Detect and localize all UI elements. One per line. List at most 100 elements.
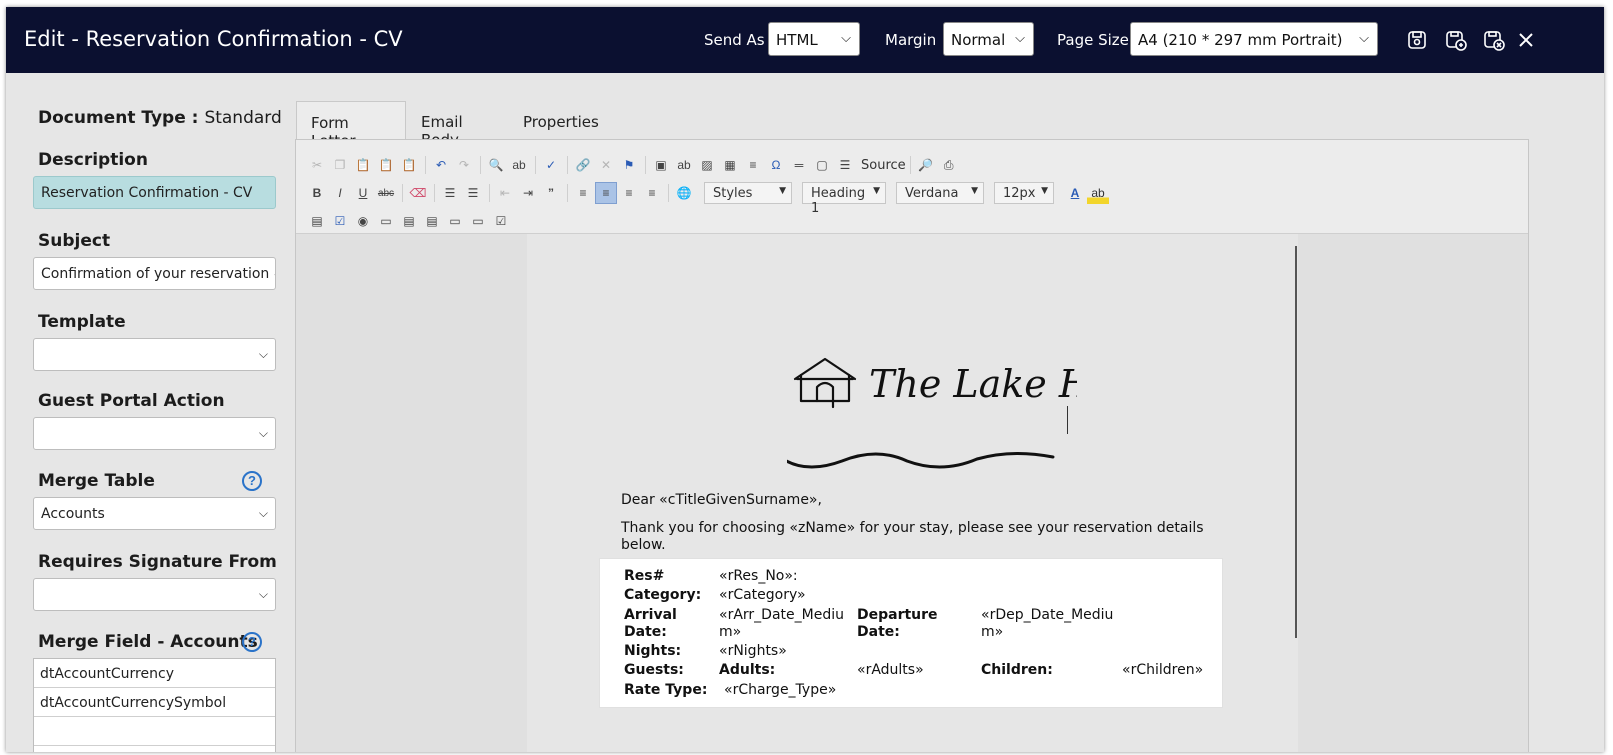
- table-icon[interactable]: ▦: [719, 154, 741, 176]
- iframe-icon[interactable]: ▢: [811, 154, 833, 176]
- merge-table-select[interactable]: Accounts ⌵: [33, 497, 276, 530]
- merge-field-item[interactable]: dtAccountCurrency: [34, 659, 275, 688]
- unlink-icon[interactable]: ✕: [595, 154, 617, 176]
- special-char-icon[interactable]: Ω: [765, 154, 787, 176]
- indent-icon[interactable]: ⇥: [517, 182, 539, 204]
- preview-icon[interactable]: 🔎: [915, 154, 937, 176]
- subject-field[interactable]: Confirmation of your reservation #«r: [33, 257, 276, 290]
- lake-house-logo: The Lake House.: [787, 357, 1077, 469]
- styles-combo[interactable]: Styles ▼: [704, 182, 792, 204]
- anchor-flag-icon[interactable]: ⚑: [618, 154, 640, 176]
- toolbar-separator: [645, 156, 646, 174]
- source-button[interactable]: Source: [861, 158, 906, 173]
- template-select[interactable]: ⌵: [33, 338, 276, 371]
- rate-type-value: «rCharge_Type»: [724, 682, 837, 698]
- outdent-icon[interactable]: ⇤: [494, 182, 516, 204]
- print-icon[interactable]: ⎙: [938, 154, 960, 176]
- merge-field-item[interactable]: [34, 717, 275, 746]
- format-combo[interactable]: Heading 1 ▼: [802, 182, 886, 216]
- italic-icon[interactable]: I: [329, 182, 351, 204]
- merge-table-value: Accounts: [41, 506, 105, 522]
- save-copy-icon[interactable]: [1444, 28, 1468, 52]
- greeting-line[interactable]: Dear «cTitleGivenSurname»,: [621, 492, 822, 509]
- merge-field-list: dtAccountCurrency dtAccountCurrencySymbo…: [33, 658, 276, 752]
- text-field-icon[interactable]: ▭: [375, 210, 397, 232]
- underline-icon[interactable]: U: [352, 182, 374, 204]
- send-as-select[interactable]: HTML ⌵: [768, 22, 860, 56]
- template-label: Template: [38, 312, 126, 332]
- align-left-icon[interactable]: ≡: [572, 182, 594, 204]
- radio-icon[interactable]: ◉: [352, 210, 374, 232]
- document-page[interactable]: The Lake House. Dear «cTitleGivenSurname…: [527, 234, 1298, 752]
- image-button-icon[interactable]: ▨: [696, 154, 718, 176]
- copy-icon[interactable]: ❐: [329, 154, 351, 176]
- page-break-icon[interactable]: ═: [788, 154, 810, 176]
- save-icon[interactable]: [1405, 28, 1429, 52]
- image-field-icon[interactable]: ▭: [467, 210, 489, 232]
- source-icon[interactable]: ☰: [834, 154, 856, 176]
- tab-form-letter[interactable]: Form Letter: [296, 101, 406, 150]
- undo-icon[interactable]: ↶: [430, 154, 452, 176]
- hidden-field-icon[interactable]: ☑: [490, 210, 512, 232]
- paste-icon[interactable]: 📋: [352, 154, 374, 176]
- replace-icon[interactable]: ab: [508, 154, 530, 176]
- editor-toolbar: ✂ ❐ 📋 📋 📋 ↶ ↷ 🔍 ab ✓ 🔗 ✕ ⚑ ▣ ab ▨ ▦ ≡ Ω …: [296, 140, 1528, 234]
- textarea-icon[interactable]: ▤: [398, 210, 420, 232]
- blockquote-icon[interactable]: ”: [540, 182, 562, 204]
- toolbar-separator: [402, 184, 403, 202]
- margin-select[interactable]: Normal ⌵: [943, 22, 1034, 56]
- spell-abc-icon[interactable]: ab: [673, 154, 695, 176]
- reservation-details-table[interactable]: Res# «rRes_No»: Category: «rCategory» Ar…: [599, 558, 1223, 708]
- paste-text-icon[interactable]: 📋: [375, 154, 397, 176]
- align-right-icon[interactable]: ≡: [618, 182, 640, 204]
- res-number-value: «rRes_No»:: [719, 568, 798, 584]
- select-field-icon[interactable]: ▤: [421, 210, 443, 232]
- intro-line-2[interactable]: below.: [621, 537, 666, 554]
- chevron-down-icon: ⌵: [1015, 31, 1025, 46]
- paste-word-icon[interactable]: 📋: [398, 154, 420, 176]
- merge-field-help-icon[interactable]: ?: [242, 632, 262, 652]
- tab-properties[interactable]: Properties: [509, 101, 613, 141]
- toolbar-separator: [434, 184, 435, 202]
- bulleted-list-icon[interactable]: ☰: [462, 182, 484, 204]
- link-icon[interactable]: 🔗: [572, 154, 594, 176]
- save-close-icon[interactable]: [1482, 28, 1506, 52]
- bold-icon[interactable]: B: [306, 182, 328, 204]
- align-center-icon[interactable]: ≡: [595, 182, 617, 204]
- editor-canvas[interactable]: The Lake House. Dear «cTitleGivenSurname…: [296, 234, 1528, 752]
- highlight-color-icon[interactable]: ab: [1087, 182, 1109, 204]
- close-icon[interactable]: [1514, 28, 1538, 52]
- guest-portal-action-select[interactable]: ⌵: [33, 417, 276, 450]
- requires-signature-select[interactable]: ⌵: [33, 578, 276, 611]
- intro-line-1[interactable]: Thank you for choosing «zName» for your …: [621, 520, 1204, 537]
- guest-portal-action-label: Guest Portal Action: [38, 391, 225, 411]
- departure-value-line-2: m»: [981, 624, 1004, 640]
- checkbox-icon[interactable]: ☑: [329, 210, 351, 232]
- remove-format-icon[interactable]: ⌫: [407, 182, 429, 204]
- find-icon[interactable]: 🔍: [485, 154, 507, 176]
- chevron-down-icon: ⌵: [258, 347, 268, 361]
- description-field[interactable]: Reservation Confirmation - CV: [33, 176, 276, 209]
- departure-label-line-1: Departure: [857, 607, 938, 623]
- align-justify-icon[interactable]: ≡: [641, 182, 663, 204]
- button-field-icon[interactable]: ▭: [444, 210, 466, 232]
- cut-icon[interactable]: ✂: [306, 154, 328, 176]
- chevron-down-icon: ▼: [779, 186, 786, 196]
- spellcheck-icon[interactable]: ✓: [540, 154, 562, 176]
- numbered-list-icon[interactable]: ☰: [439, 182, 461, 204]
- language-icon[interactable]: 🌐: [673, 182, 695, 204]
- strikethrough-icon[interactable]: abc: [375, 182, 397, 204]
- merge-table-help-icon[interactable]: ?: [242, 471, 262, 491]
- font-size-value: 12px: [1003, 186, 1036, 201]
- tab-email-body[interactable]: Email Body: [407, 101, 477, 149]
- line-spacing-icon[interactable]: ≡: [742, 154, 764, 176]
- font-combo[interactable]: Verdana ▼: [896, 182, 984, 204]
- text-color-icon[interactable]: A: [1064, 182, 1086, 204]
- redo-icon[interactable]: ↷: [453, 154, 475, 176]
- arrival-value-line-2: m»: [719, 624, 742, 640]
- font-size-combo[interactable]: 12px ▼: [994, 182, 1054, 204]
- merge-field-item[interactable]: dtAccountCurrencySymbol: [34, 688, 275, 717]
- form-icon[interactable]: ▤: [306, 210, 328, 232]
- page-size-select[interactable]: A4 (210 * 297 mm Portrait) ⌵: [1130, 22, 1378, 56]
- image-icon[interactable]: ▣: [650, 154, 672, 176]
